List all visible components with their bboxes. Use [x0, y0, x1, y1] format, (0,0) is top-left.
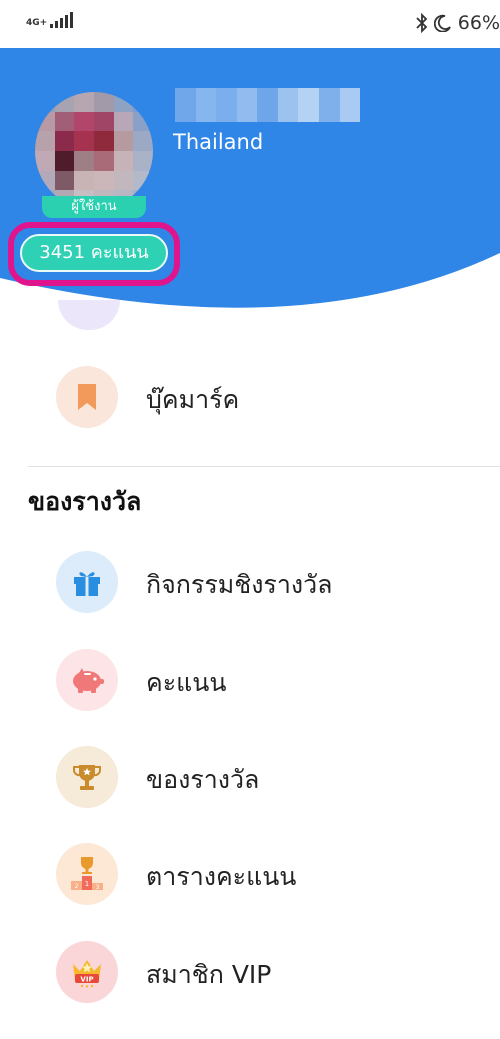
menu-item-label: ของรางวัล: [146, 765, 260, 794]
user-level-badge: ผู้ใช้งาน: [42, 196, 146, 218]
svg-text:VIP: VIP: [80, 976, 93, 984]
signal-bars-icon: [50, 12, 74, 28]
section-title-rewards: ของรางวัล: [28, 487, 142, 516]
status-icons: 66%: [416, 12, 500, 34]
gift-icon: [56, 551, 118, 613]
menu-item-label: บุ๊คมาร์ค: [146, 385, 240, 414]
leaderboard-podium-icon: 1 2 3: [56, 843, 118, 905]
menu-item-bookmarks[interactable]: บุ๊คมาร์ค: [0, 356, 500, 436]
menu-item-label: กิจกรรมชิงรางวัล: [146, 570, 333, 599]
partially-hidden-icon: [58, 300, 120, 330]
svg-text:2: 2: [75, 883, 79, 890]
menu-item-points[interactable]: คะแนน: [0, 639, 500, 719]
menu-item-label: สมาชิก VIP: [146, 960, 272, 989]
bluetooth-icon: [416, 13, 428, 33]
points-button[interactable]: 3451 คะแนน: [20, 234, 168, 272]
avatar[interactable]: [35, 92, 153, 210]
menu-item-leaderboard[interactable]: 1 2 3 ตารางคะแนน: [0, 833, 500, 913]
user-country: Thailand: [173, 130, 264, 154]
status-bar: 4G+ 66%: [0, 0, 500, 48]
signal-indicator: 4G+: [26, 12, 74, 28]
moon-icon: [433, 14, 451, 32]
menu-item-rewards[interactable]: ของรางวัล: [0, 736, 500, 816]
svg-text:3: 3: [96, 884, 100, 891]
svg-text:1: 1: [85, 880, 89, 888]
piggy-bank-icon: [56, 649, 118, 711]
username-redacted: [175, 88, 361, 122]
battery-level: 66%: [457, 12, 500, 34]
profile-header: ผู้ใช้งาน Thailand 3451 คะแนน: [0, 48, 500, 318]
section-divider: [28, 466, 500, 467]
trophy-icon: [56, 746, 118, 808]
bookmark-icon: [56, 366, 118, 428]
menu-item-vip[interactable]: VIP สมาชิก VIP: [0, 931, 500, 1011]
menu-item-label: คะแนน: [146, 668, 227, 697]
vip-crown-icon: VIP: [56, 941, 118, 1003]
network-type: 4G+: [26, 18, 48, 28]
menu-item-reward-activities[interactable]: กิจกรรมชิงรางวัล: [0, 541, 500, 621]
menu-item-label: ตารางคะแนน: [146, 862, 297, 891]
